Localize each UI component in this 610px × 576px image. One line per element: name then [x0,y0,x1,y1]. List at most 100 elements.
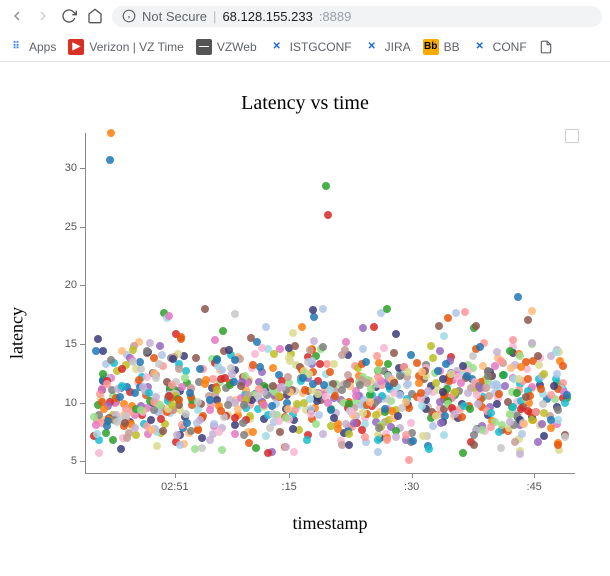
data-point [552,348,560,356]
data-point [524,407,532,415]
y-tick-label: 25 [65,221,77,233]
data-point [206,396,214,404]
address-bar[interactable]: Not Secure | 68.128.155.233:8889 [112,6,602,27]
addr-divider: | [213,9,216,24]
data-point [513,389,521,397]
data-point [218,446,226,454]
data-point [194,406,202,414]
bookmark-item[interactable]: BbBB [423,39,460,55]
data-point [470,441,478,449]
data-point [457,379,465,387]
data-point [375,424,383,432]
data-point [210,420,218,428]
bookmark-item[interactable]: ✕JIRA [364,39,411,55]
data-point [338,351,346,359]
data-point [118,382,126,390]
data-point [437,419,445,427]
data-point [487,423,495,431]
bookmark-item[interactable]: ▶ Verizon | VZ Time [68,39,183,55]
data-point [245,439,253,447]
data-point [211,336,219,344]
data-point [506,347,514,355]
data-point [417,395,425,403]
data-point [495,390,503,398]
data-point [367,385,375,393]
bookmark-label: BB [444,40,460,54]
data-point [137,406,145,414]
data-point [291,342,299,350]
data-point [524,375,532,383]
data-point [484,372,492,380]
data-point [175,365,183,373]
bookmark-item[interactable]: ✕CONF [472,39,527,55]
data-point [299,374,307,382]
data-point [425,445,433,453]
data-point [152,374,160,382]
data-point [435,322,443,330]
bookmark-item[interactable]: — VZWeb [196,39,257,55]
data-point [547,391,555,399]
data-point [196,365,204,373]
bookmark-label: ISTGCONF [290,40,352,54]
data-point [392,433,400,441]
data-point [331,392,339,400]
data-point [275,417,283,425]
y-tick-label: 5 [71,455,77,467]
data-point [507,364,515,372]
data-point [444,314,452,322]
data-point [215,428,223,436]
data-point [249,428,257,436]
data-point [405,456,413,464]
reload-button[interactable] [60,7,78,25]
bookmark-item[interactable]: ⠿Apps [8,39,56,55]
data-point [429,422,437,430]
x-tick-mark [289,473,290,478]
bookmark-icon: ▶ [68,39,84,55]
bookmark-item[interactable]: ✕ISTGCONF [269,39,352,55]
data-point [157,415,165,423]
data-point [534,352,542,360]
data-point [173,431,181,439]
data-point [231,430,239,438]
chart-container: Latency vs time 51015202530 02:51:15:30:… [0,62,610,553]
bookmark-icon: — [196,39,212,55]
data-point [554,441,562,449]
data-point [459,449,467,457]
bookmark-label: VZWeb [217,40,257,54]
scatter-plot[interactable] [85,133,575,473]
data-point [540,370,548,378]
data-point [206,436,214,444]
bookmark-label: Verizon | VZ Time [89,40,183,54]
data-point [301,386,309,394]
data-point [247,334,255,342]
home-button[interactable] [86,7,104,25]
data-point [553,370,561,378]
back-button[interactable] [8,7,26,25]
data-point [383,305,391,313]
data-point [137,365,145,373]
data-point [547,424,555,432]
data-point [306,346,314,354]
bookmark-overflow[interactable] [539,40,553,54]
data-point [103,422,111,430]
data-point [95,449,103,457]
forward-button[interactable] [34,7,52,25]
data-point [522,393,530,401]
data-point [330,360,338,368]
y-tick-label: 10 [65,397,77,409]
data-point [561,433,569,441]
data-point [427,342,435,350]
data-point [535,361,543,369]
data-point [482,384,490,392]
data-point [517,363,525,371]
x-tick-label: :15 [282,481,297,493]
x-tick-mark [534,473,535,478]
data-point [147,416,155,424]
data-point [434,367,442,375]
data-point [251,350,259,358]
data-point [487,409,495,417]
data-point [121,419,129,427]
data-point [509,336,517,344]
data-point [129,346,137,354]
data-point [390,349,398,357]
